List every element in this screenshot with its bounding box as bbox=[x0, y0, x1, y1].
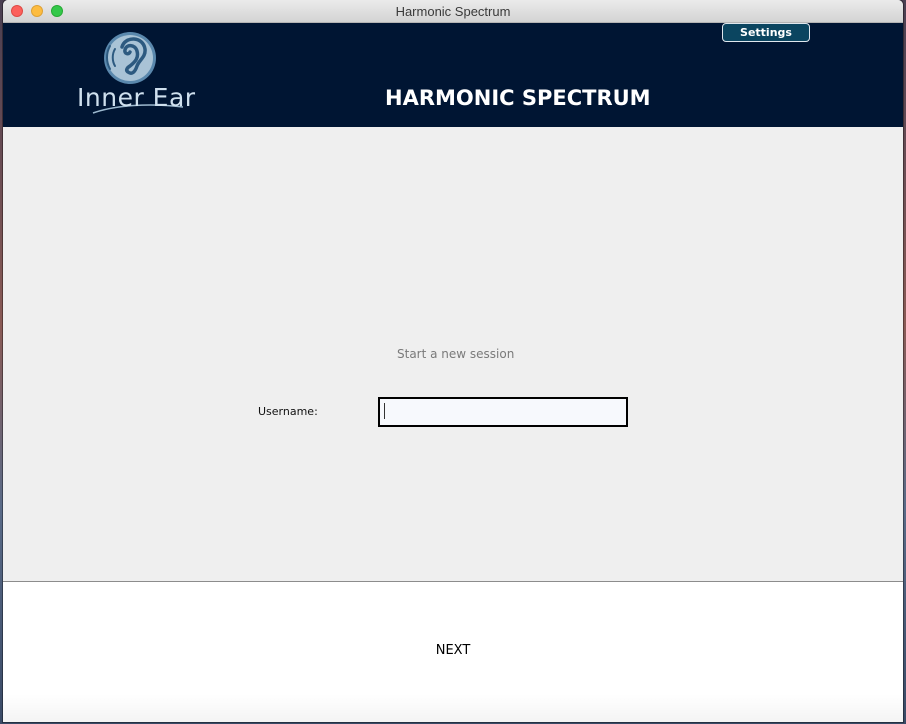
text-caret bbox=[384, 403, 385, 419]
page-title: HARMONIC SPECTRUM bbox=[385, 86, 651, 110]
logo-text: Inner Ear bbox=[77, 83, 196, 112]
footer-panel: NEXT bbox=[3, 582, 903, 722]
next-button[interactable]: NEXT bbox=[423, 638, 483, 662]
app-header: Inner Ear Settings HARMONIC SPECTRUM bbox=[3, 23, 903, 127]
main-panel: Start a new session Username: bbox=[3, 127, 903, 581]
session-label: Start a new session bbox=[397, 347, 515, 361]
window-title: Harmonic Spectrum bbox=[395, 4, 511, 19]
username-input[interactable] bbox=[378, 397, 628, 427]
username-label: Username: bbox=[258, 405, 318, 418]
logo: Inner Ear bbox=[75, 31, 195, 117]
app-window: Harmonic Spectrum Inner Ear Settings HAR… bbox=[3, 0, 903, 722]
title-bar[interactable]: Harmonic Spectrum bbox=[3, 0, 903, 23]
settings-button[interactable]: Settings bbox=[722, 23, 810, 42]
